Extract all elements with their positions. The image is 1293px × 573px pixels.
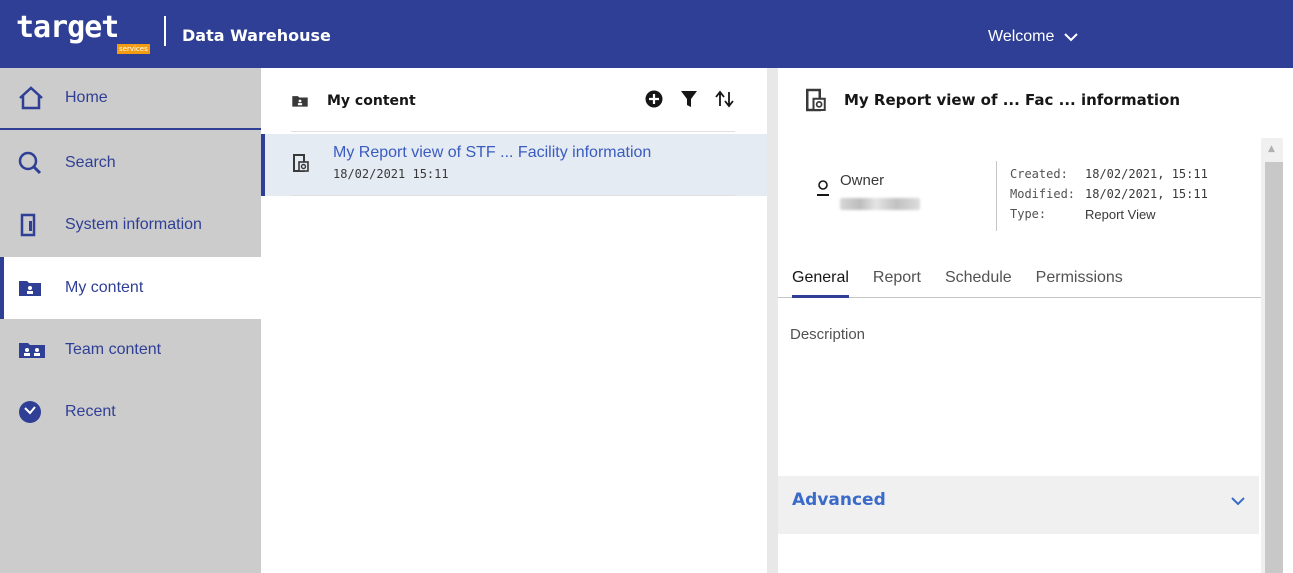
tab-general[interactable]: General [792,266,849,298]
scrollbar-thumb[interactable] [1265,162,1283,573]
user-icon [817,180,829,196]
description-label: Description [790,326,866,343]
owner-label: Owner [840,172,885,189]
sidebar-item-system-information[interactable]: System information [0,194,261,256]
list-item-date: 18/02/2021 15:11 [333,167,449,181]
chevron-down-icon [1064,33,1079,42]
sidebar: Home Search System information My conten… [0,68,261,573]
folder-user-icon [292,96,308,107]
scroll-up-icon[interactable]: ▲ [1268,144,1275,154]
metadata: Created: 18/02/2021, 15:11 Modified: 18/… [1010,164,1208,224]
tab-schedule[interactable]: Schedule [945,266,1012,298]
meta-divider [996,161,997,231]
add-icon[interactable] [645,90,663,108]
type-label: Type: [1010,207,1047,221]
created-row: Created: 18/02/2021, 15:11 [1010,164,1208,184]
folder-team-icon [18,337,48,363]
row-divider [291,195,735,196]
details-tabs: General Report Schedule Permissions [778,266,1261,298]
chevron-down-icon [1231,497,1245,506]
tab-report[interactable]: Report [873,266,921,298]
modified-value: 18/02/2021, 15:11 [1085,187,1208,201]
logo-text: target [16,10,119,45]
sidebar-item-label: My content [65,279,144,296]
report-view-icon [806,88,826,112]
system-info-icon [18,212,48,238]
tab-permissions[interactable]: Permissions [1036,266,1123,298]
folder-user-icon [18,275,48,301]
type-value: Report View [1085,206,1156,222]
advanced-label: Advanced [792,490,886,510]
sidebar-item-search[interactable]: Search [0,132,261,194]
home-icon [18,85,48,111]
content-header: My content [291,88,735,114]
welcome-label: Welcome [988,28,1055,45]
details-scrollbar[interactable]: ▲ [1261,138,1283,573]
app-title: Data Warehouse [182,26,331,45]
report-view-icon [293,154,309,176]
list-item[interactable]: My Report view of STF ... Facility infor… [261,134,767,196]
sort-icon[interactable] [715,90,735,108]
panel-separator [767,68,778,573]
search-icon [18,150,48,176]
target-logo[interactable]: target services [16,10,166,54]
modified-label: Modified: [1010,187,1076,201]
content-panel: My content My Report view of STF ... Fac… [261,68,767,573]
advanced-section-toggle[interactable]: Advanced [778,476,1259,534]
sidebar-item-label: Search [65,154,116,171]
logo-divider [164,16,166,46]
created-label: Created: [1010,167,1068,181]
logo-services-tag: services [117,44,150,54]
sidebar-item-label: Team content [65,341,162,358]
recent-icon [18,399,48,425]
list-item-title[interactable]: My Report view of STF ... Facility infor… [333,144,651,162]
modified-row: Modified: 18/02/2021, 15:11 [1010,184,1208,204]
sidebar-item-label: Home [65,89,108,106]
sidebar-item-recent[interactable]: Recent [0,381,261,443]
content-title: My content [327,93,416,109]
type-row: Type: Report View [1010,204,1208,224]
sidebar-item-team-content[interactable]: Team content [0,319,261,381]
filter-icon[interactable] [681,90,697,108]
details-title: My Report view of ... Fac ... informatio… [844,91,1181,109]
content-divider [291,131,735,132]
welcome-menu[interactable]: Welcome [988,28,1079,46]
sidebar-item-label: Recent [65,403,116,420]
top-bar: target services Data Warehouse Welcome [0,0,1293,68]
sidebar-item-label: System information [65,216,202,233]
sidebar-item-home[interactable]: Home [0,68,261,130]
sidebar-item-my-content[interactable]: My content [0,257,261,319]
created-value: 18/02/2021, 15:11 [1085,167,1208,181]
owner-name-redacted [840,198,920,210]
content-actions [645,90,735,108]
details-header: My Report view of ... Fac ... informatio… [806,88,1180,112]
details-panel: My Report view of ... Fac ... informatio… [778,68,1283,573]
